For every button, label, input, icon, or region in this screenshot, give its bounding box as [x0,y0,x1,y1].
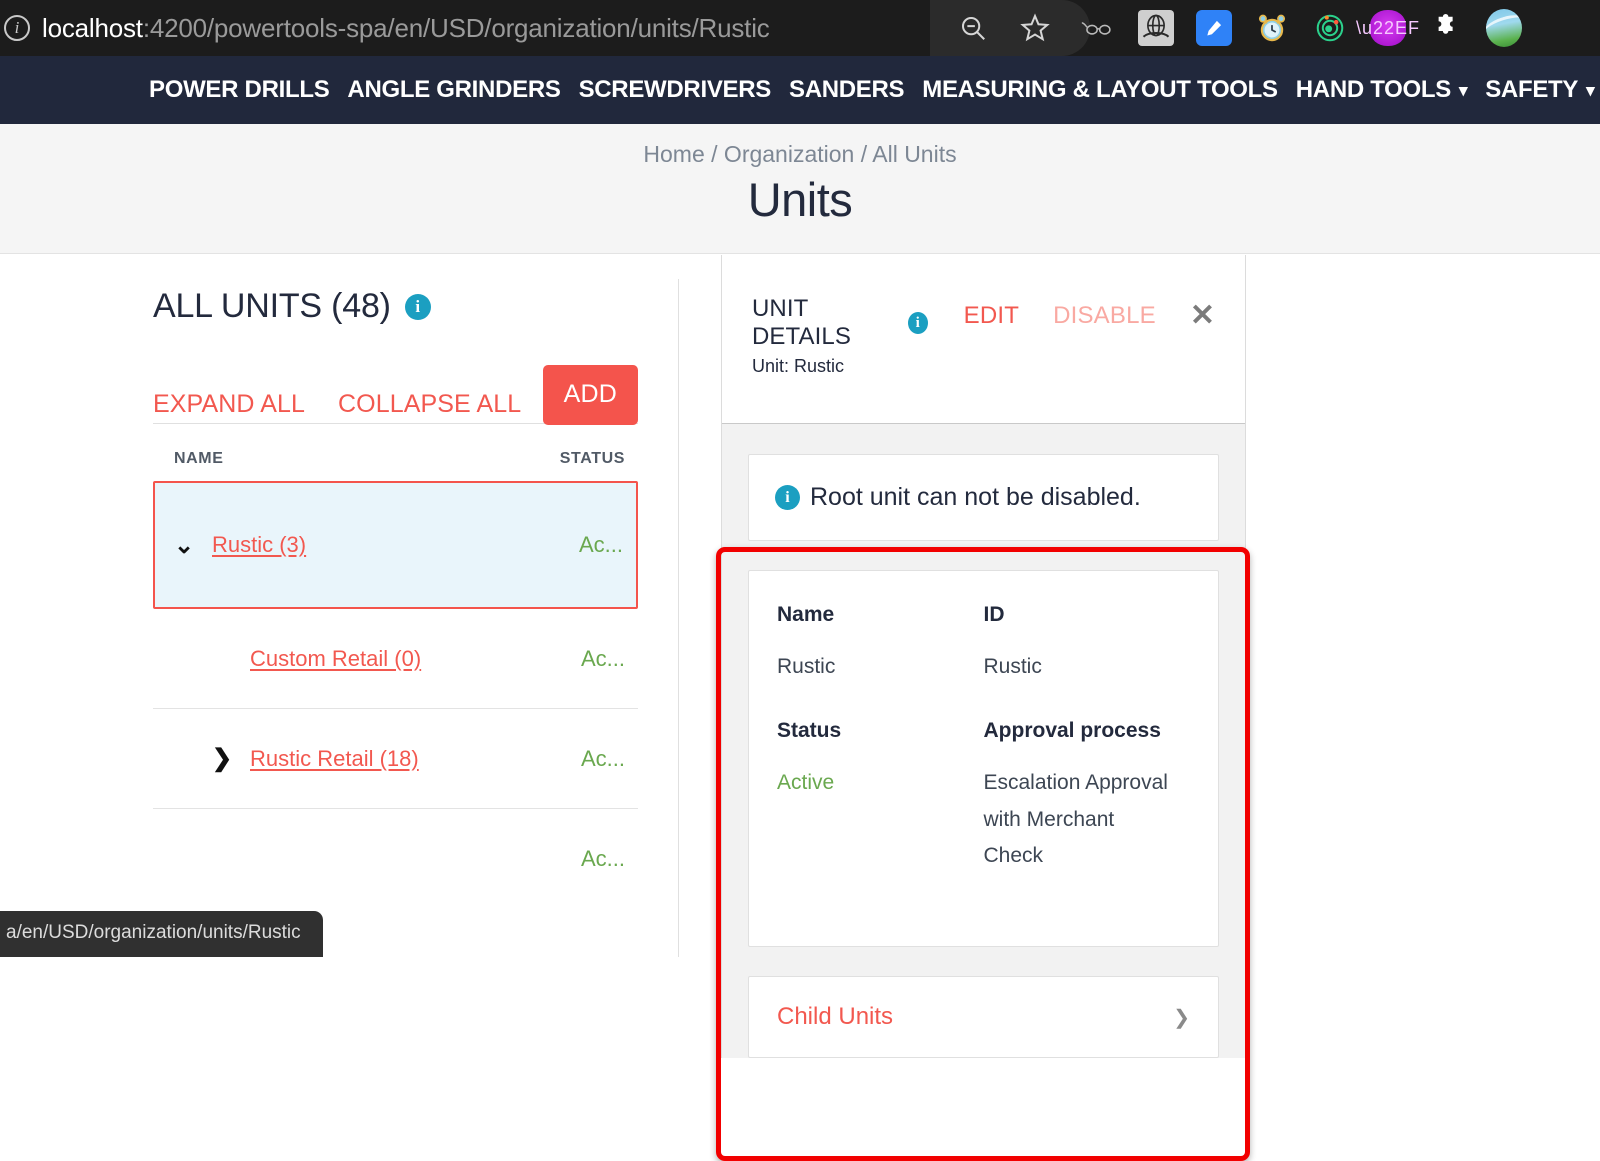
child-units-section[interactable]: Child Units ❯ [748,976,1219,1058]
column-header-status: STATUS [560,450,625,468]
nav-label: ANGLE GRINDERS [347,76,560,104]
table-row[interactable]: ⌄ Rustic (3) Ac... [153,481,638,609]
pen-edit-icon[interactable] [1196,10,1232,46]
child-units-title: Child Units [777,1003,893,1031]
chevron-right-icon[interactable]: ❯ [212,744,250,773]
url-bar[interactable]: i localhost:4200/powertools-spa/en/USD/o… [0,0,770,56]
status-badge: Ac... [581,746,625,772]
nav-item-measuring-layout-tools[interactable]: MEASURING & LAYOUT TOOLS [913,76,1287,104]
field-value-id: Rustic [984,649,1191,719]
field-label-name: Name [777,603,984,649]
alarm-clock-icon[interactable] [1254,10,1290,46]
nav-item-screwdrivers[interactable]: SCREWDRIVERS [570,76,780,104]
units-list-header: ALL UNITS (48) i [153,287,638,326]
unit-link[interactable]: Rustic Retail (18) [250,746,419,772]
globe-grid-icon[interactable] [1138,10,1174,46]
zoom-out-icon[interactable] [956,11,990,45]
unit-details-titleblock: UNIT DETAILS i Unit: Rustic [752,295,928,377]
table-row[interactable]: ❯ Rustic Retail (18) Ac... [153,709,638,809]
nav-label: MEASURING & LAYOUT TOOLS [922,76,1278,104]
chevron-right-icon: ❯ [1173,1005,1190,1030]
nav-item-angle-grinders[interactable]: ANGLE GRINDERS [338,76,569,104]
status-badge: Ac... [579,532,623,558]
nav-item-hand-tools[interactable]: HAND TOOLS ▾ [1287,76,1476,104]
table-row[interactable]: Ac... [153,809,638,909]
info-icon: i [775,485,800,510]
site-navigation: POWER DRILLS ANGLE GRINDERS SCREWDRIVERS… [0,56,1600,124]
info-alert: i Root unit can not be disabled. [748,454,1219,541]
edit-button[interactable]: EDIT [964,302,1019,330]
unit-details-actions: EDIT DISABLE ✕ [964,301,1215,331]
nav-label: SANDERS [789,76,904,104]
chevron-down-icon[interactable]: ⌄ [174,531,212,560]
browser-toolbar: i localhost:4200/powertools-spa/en/USD/o… [0,0,1600,56]
add-unit-button[interactable]: ADD [543,365,638,425]
info-icon[interactable]: i [405,294,431,320]
site-info-icon[interactable]: i [4,15,30,41]
chevron-down-icon: ▾ [1586,81,1594,101]
units-list-actions: EXPAND ALL COLLAPSE ALL ADD [153,368,638,424]
puzzle-extension-icon[interactable] [1428,10,1464,46]
close-icon[interactable]: ✕ [1190,301,1215,331]
reader-glasses-icon[interactable] [1080,10,1116,46]
bookmark-star-icon[interactable] [1018,11,1052,45]
field-value-approval-process: Escalation Approval with Merchant Check [984,765,1191,908]
info-icon[interactable]: i [908,312,928,334]
nav-label: SAFETY [1485,76,1578,104]
field-label-approval-process: Approval process [984,719,1191,765]
url-text[interactable]: localhost:4200/powertools-spa/en/USD/org… [42,13,770,44]
info-alert-text: Root unit can not be disabled. [810,483,1141,512]
page-header: Home / Organization / All Units Units [0,124,1600,254]
status-badge: Ac... [581,646,625,672]
browser-status-bar: a/en/USD/organization/units/Rustic [0,911,323,957]
field-value-name: Rustic [777,649,984,719]
nav-item-sanders[interactable]: SANDERS [780,76,913,104]
unit-fields-card: Name ID Rustic Rustic Status Approval pr… [748,570,1219,947]
unit-details-panel: UNIT DETAILS i Unit: Rustic EDIT DISABLE… [721,255,1246,1058]
table-row[interactable]: Custom Retail (0) Ac... [153,609,638,709]
unit-link[interactable]: Custom Retail (0) [250,646,421,672]
expand-all-button[interactable]: EXPAND ALL [153,390,305,419]
nav-item-power-drills[interactable]: POWER DRILLS [140,76,338,104]
units-list-panel: ALL UNITS (48) i EXPAND ALL COLLAPSE ALL… [153,255,638,909]
nav-label: POWER DRILLS [149,76,329,104]
units-list-title: ALL UNITS (48) [153,287,391,326]
url-host: localhost [42,13,143,43]
status-badge: Ac... [581,846,625,872]
collapse-all-button[interactable]: COLLAPSE ALL [338,390,521,419]
unit-details-header: UNIT DETAILS i Unit: Rustic EDIT DISABLE… [722,255,1245,424]
url-path: :4200/powertools-spa/en/USD/organization… [143,13,770,43]
purple-chat-icon[interactable]: \u22EF [1370,10,1406,46]
unit-details-body: i Root unit can not be disabled. Name ID… [722,424,1245,1058]
breadcrumb[interactable]: Home / Organization / All Units [643,141,956,168]
target-orbit-icon[interactable] [1312,10,1348,46]
field-value-status: Active [777,765,984,908]
nav-label: HAND TOOLS [1296,76,1451,104]
field-label-id: ID [984,603,1191,649]
unit-details-title: UNIT DETAILS [752,295,897,351]
unit-details-subtitle: Unit: Rustic [752,356,928,377]
unit-link[interactable]: Rustic (3) [212,532,306,558]
nav-label: SCREWDRIVERS [579,76,771,104]
nav-item-safety[interactable]: SAFETY ▾ [1476,76,1600,104]
field-label-status: Status [777,719,984,765]
column-divider [678,279,679,957]
disable-button: DISABLE [1053,302,1156,330]
page-title: Units [748,172,853,227]
extension-icon-group: \u22EF [1080,0,1522,56]
main-content: ALL UNITS (48) i EXPAND ALL COLLAPSE ALL… [0,255,1600,957]
chrome-action-group [930,0,1090,56]
units-table-header: NAME STATUS [153,450,638,468]
chevron-down-icon: ▾ [1459,81,1467,101]
column-header-name: NAME [174,450,224,468]
profile-avatar-icon[interactable] [1486,10,1522,46]
